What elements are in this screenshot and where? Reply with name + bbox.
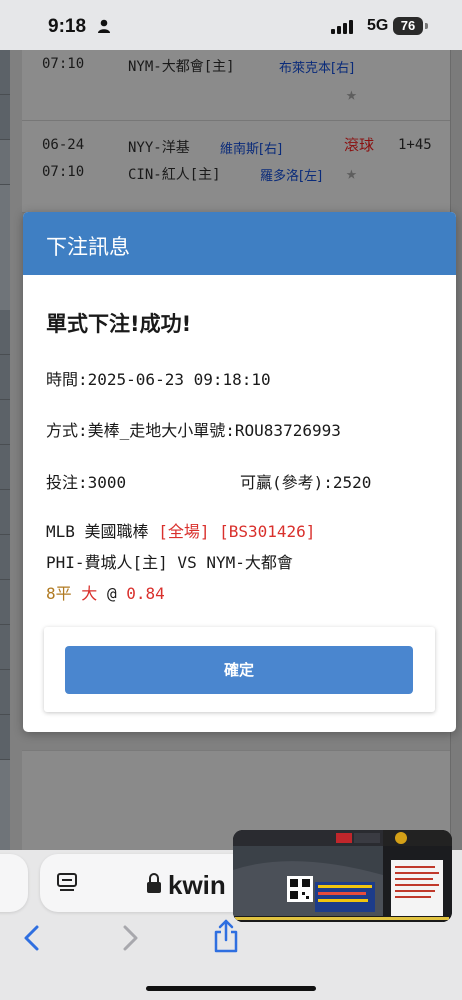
row-team: NYY-洋基 (128, 140, 190, 156)
left-column (0, 50, 10, 850)
row-pitcher: 維南斯[右] (220, 142, 283, 157)
dialog-footer: 確定 (44, 627, 435, 712)
game-row[interactable]: 07:10 NYM-大都會[主] 布萊克本[右] ★ (22, 50, 450, 120)
signal-icon (331, 20, 355, 34)
bet-confirmation-dialog: 下注訊息 單式下注!成功! 時間:2025-06-23 09:18:10 方式:… (23, 212, 456, 732)
reader-icon[interactable] (56, 872, 78, 894)
confirm-button[interactable]: 確定 (65, 646, 413, 694)
network-label: 5G (367, 17, 389, 34)
at-symbol: @ (106, 584, 117, 603)
battery-icon: 76 (393, 17, 423, 35)
game-row[interactable]: 06-24 NYY-洋基 維南斯[右] 滾球 1+45 07:10 CIN-紅人… (22, 120, 450, 213)
success-message: 單式下注!成功! (46, 312, 192, 336)
lock-icon (147, 873, 161, 893)
row-team: CIN-紅人[主] (128, 167, 221, 183)
row-time: 07:10 (42, 164, 85, 180)
bet-stake: 投注:3000 (46, 473, 127, 492)
line-value: 8平 (46, 584, 72, 603)
row-time: 07:10 (42, 56, 85, 72)
row-pitcher: 布萊克本[右] (279, 61, 355, 76)
bet-method: 方式:美棒_走地大小單號:ROU83726993 (46, 421, 341, 440)
league-name: MLB 美國職棒 (46, 522, 149, 541)
back-icon[interactable] (22, 924, 42, 952)
video-frame (233, 830, 452, 922)
odds-value: 0.84 (126, 584, 165, 603)
match-name: PHI-費城人[主] VS NYM-大都會 (46, 553, 293, 572)
bet-scope: [全場] (158, 522, 210, 541)
selection-line: 8平 大 @ 0.84 (46, 580, 165, 604)
url-text: kwin (168, 870, 226, 900)
favorite-star-icon[interactable]: ★ (346, 84, 357, 105)
live-label: 滾球 (344, 136, 375, 154)
bet-time: 時間:2025-06-23 09:18:10 (46, 370, 271, 389)
bet-code: [BS301426] (219, 522, 316, 541)
pick: 大 (81, 584, 98, 603)
row-date: 06-24 (42, 137, 85, 153)
dialog-title: 下注訊息 (46, 235, 130, 259)
row-pitcher: 羅多洛[左] (260, 169, 323, 184)
dialog-header: 下注訊息 (23, 212, 456, 275)
battery-tip (425, 23, 428, 29)
home-indicator (146, 986, 316, 991)
forward-icon[interactable] (120, 924, 140, 952)
share-icon[interactable] (212, 918, 240, 954)
previous-tab[interactable] (0, 854, 28, 912)
clock: 9:18 (48, 16, 87, 37)
status-bar: 9:18 5G 76 (0, 0, 462, 50)
person-icon (98, 19, 110, 33)
row-team: NYM-大都會[主] (128, 59, 235, 75)
league-line: MLB 美國職棒 [全場] [BS301426] (46, 518, 315, 542)
potential-win: 可贏(參考):2520 (240, 473, 372, 492)
favorite-star-icon[interactable]: ★ (346, 163, 357, 184)
row-odds[interactable]: 1+45 (398, 137, 432, 153)
picture-in-picture-video[interactable] (233, 830, 452, 922)
